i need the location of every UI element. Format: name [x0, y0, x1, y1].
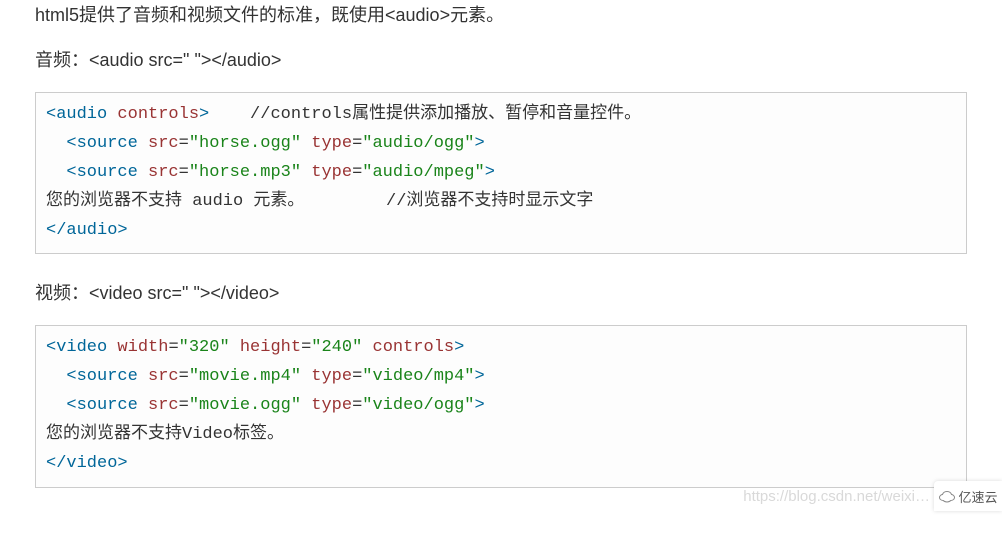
code-token: >	[475, 367, 485, 386]
code-token: "video/ogg"	[362, 396, 474, 415]
code-token: >	[199, 105, 209, 124]
code-token: type	[301, 163, 352, 182]
code-token: =	[352, 396, 362, 415]
code-token: controls	[362, 338, 454, 357]
code-token: source	[77, 367, 138, 386]
code-indent	[46, 396, 66, 415]
code-token: </	[46, 221, 66, 240]
code-token: =	[301, 338, 311, 357]
code-token: =	[179, 134, 189, 153]
code-token: <	[46, 338, 56, 357]
code-token: "horse.mp3"	[189, 163, 301, 182]
code-indent	[46, 134, 66, 153]
intro-paragraph: html5提供了音频和视频文件的标准，既使用<audio>元素。	[35, 0, 967, 29]
code-token: =	[352, 367, 362, 386]
cloud-icon	[938, 489, 956, 503]
code-token: controls	[117, 105, 199, 124]
code-token: =	[179, 367, 189, 386]
code-token: audio	[66, 221, 117, 240]
code-token: src	[138, 163, 179, 182]
code-token: >	[475, 134, 485, 153]
code-token: "240"	[311, 338, 362, 357]
code-token: source	[77, 134, 138, 153]
code-token: src	[138, 367, 179, 386]
code-token: type	[301, 134, 352, 153]
code-token: <	[46, 105, 56, 124]
code-text: 您的浏览器不支持Video标签。	[46, 425, 284, 444]
code-token: >	[117, 221, 127, 240]
code-token: source	[77, 163, 138, 182]
code-token: =	[352, 163, 362, 182]
code-token: =	[168, 338, 178, 357]
code-token: height	[230, 338, 301, 357]
code-token: =	[179, 163, 189, 182]
audio-label: 音频：<audio src=" "></audio>	[35, 47, 967, 74]
code-text: 您的浏览器不支持 audio 元素。 //浏览器不支持时显示文字	[46, 192, 593, 211]
code-token: >	[117, 454, 127, 473]
watermark-text: https://blog.csdn.net/weixi…	[743, 488, 930, 505]
code-token: "audio/mpeg"	[362, 163, 484, 182]
code-block-video: <video width="320" height="240" controls…	[35, 325, 967, 487]
code-token: type	[301, 367, 352, 386]
code-token	[107, 105, 117, 124]
code-token: source	[77, 396, 138, 415]
code-token: <	[66, 134, 76, 153]
code-token: <	[66, 396, 76, 415]
video-label: 视频：<video src=" "></video>	[35, 280, 967, 307]
code-indent	[46, 163, 66, 182]
code-token: audio	[56, 105, 107, 124]
code-token: src	[138, 396, 179, 415]
code-token: >	[454, 338, 464, 357]
code-token: src	[138, 134, 179, 153]
code-token: width	[107, 338, 168, 357]
code-token: "movie.ogg"	[189, 396, 301, 415]
code-token: "320"	[179, 338, 230, 357]
code-token: <	[66, 367, 76, 386]
code-token: "video/mp4"	[362, 367, 474, 386]
code-block-audio: <audio controls> //controls属性提供添加播放、暂停和音…	[35, 92, 967, 254]
code-token: =	[352, 134, 362, 153]
code-token: >	[475, 396, 485, 415]
code-token: =	[179, 396, 189, 415]
code-token: "movie.mp4"	[189, 367, 301, 386]
code-indent	[46, 367, 66, 386]
code-token: </	[46, 454, 66, 473]
code-token: "horse.ogg"	[189, 134, 301, 153]
code-token: video	[56, 338, 107, 357]
code-token: video	[66, 454, 117, 473]
code-token: >	[485, 163, 495, 182]
code-token: type	[301, 396, 352, 415]
code-comment: //controls属性提供添加播放、暂停和音量控件。	[209, 105, 641, 124]
code-token: "audio/ogg"	[362, 134, 474, 153]
code-token: <	[66, 163, 76, 182]
logo-text: 亿速云	[958, 487, 997, 506]
